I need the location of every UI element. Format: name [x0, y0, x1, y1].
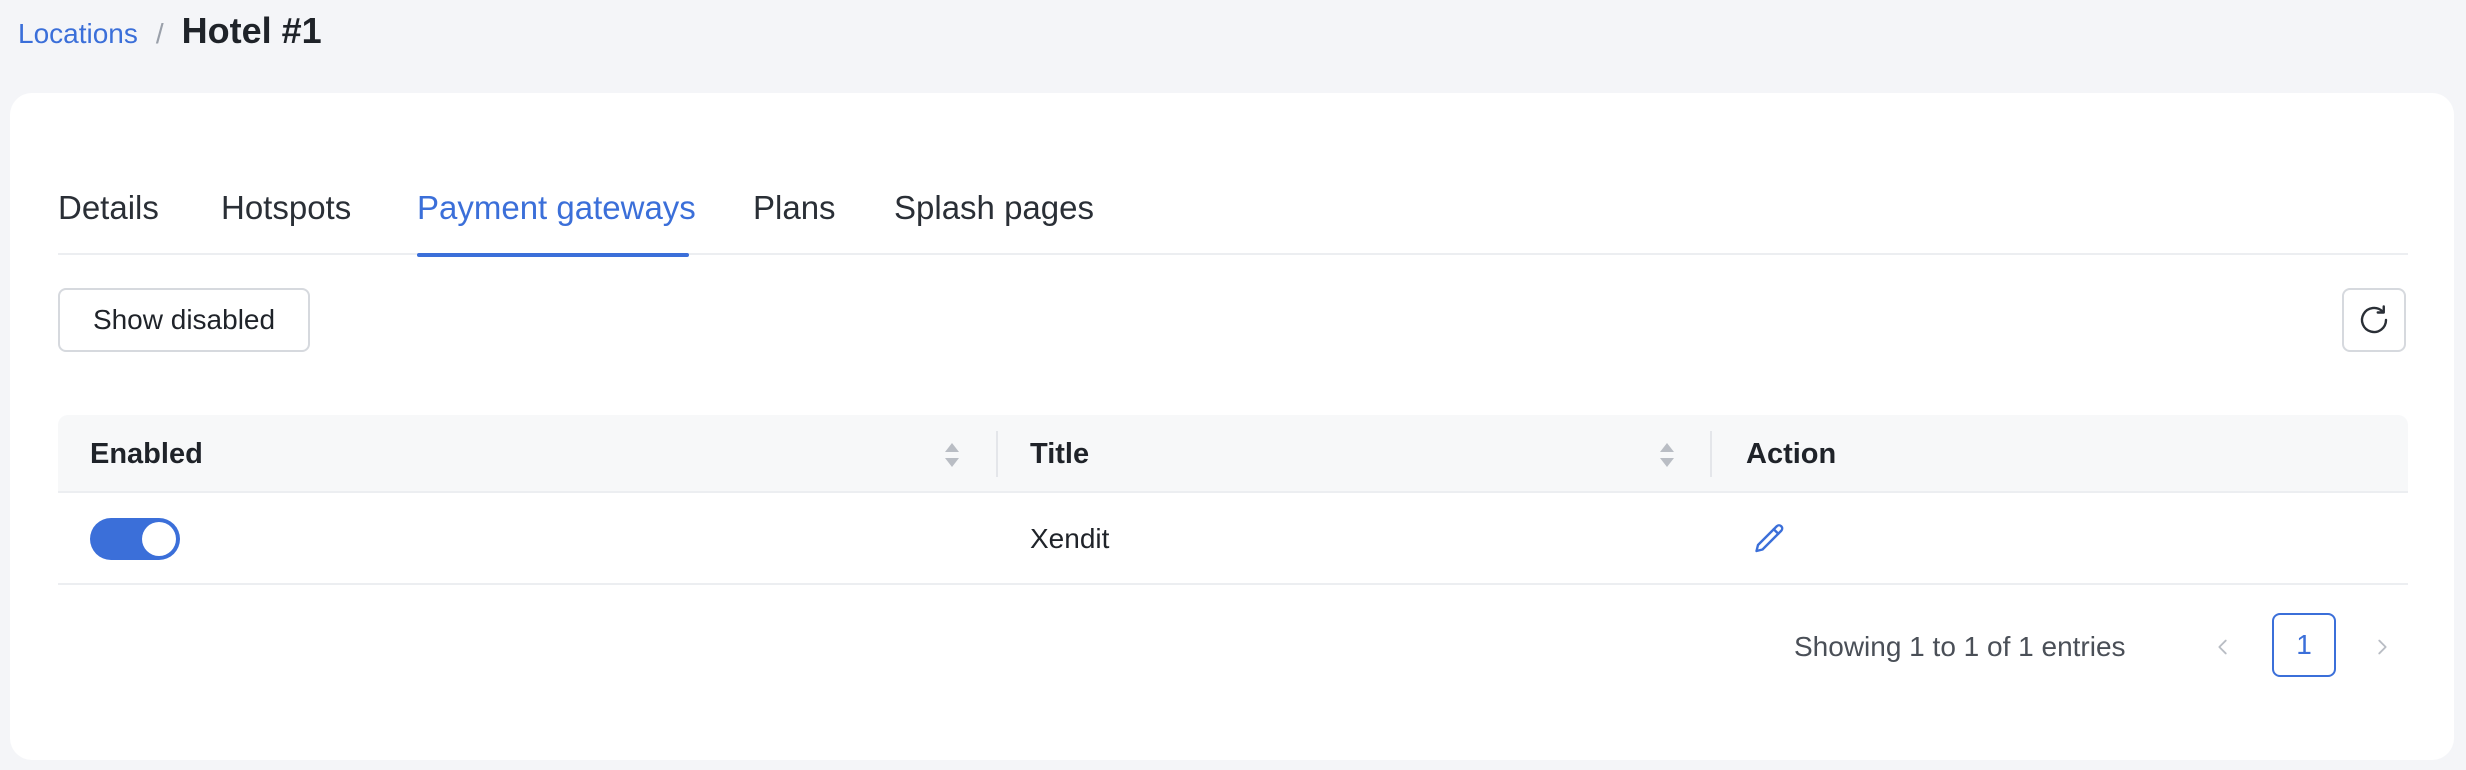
tab-hotspots-label: Hotspots [221, 189, 352, 226]
table-footer: Showing 1 to 1 of 1 entries 1 [58, 613, 2408, 681]
tab-details-label: Details [58, 189, 159, 226]
tab-payment-gateways[interactable]: Payment gateways [417, 93, 696, 257]
table-row: Xendit [58, 493, 2408, 585]
gateway-title: Xendit [1030, 523, 1110, 554]
breadcrumb-separator: / [155, 18, 164, 49]
chevron-right-icon [2378, 639, 2387, 655]
refresh-icon [2360, 305, 2388, 334]
show-disabled-button[interactable]: Show disabled [58, 288, 310, 352]
enabled-toggle[interactable] [90, 518, 180, 560]
tab-payment-gateways-label: Payment gateways [417, 189, 696, 226]
page-button-1[interactable]: 1 [2272, 613, 2336, 677]
tab-splash-pages-label: Splash pages [894, 189, 1094, 226]
column-header-title: Title [1030, 437, 1090, 470]
refresh-button[interactable] [2342, 288, 2406, 352]
previous-page-button[interactable] [2203, 627, 2243, 667]
tabs: Details Hotspots Payment gateways Plans … [58, 93, 2408, 257]
toggle-knob [142, 522, 176, 556]
tab-plans-label: Plans [753, 189, 836, 226]
table-header: Enabled Title Action [58, 415, 2408, 493]
pagination-summary: Showing 1 to 1 of 1 entries [1794, 631, 2126, 662]
column-header-action: Action [1746, 437, 1837, 470]
next-page-button[interactable] [2362, 627, 2402, 667]
breadcrumb: Locations / Hotel #1 [18, 10, 322, 52]
chevron-left-icon [2218, 639, 2227, 655]
sort-icon[interactable] [942, 440, 962, 470]
column-divider [996, 431, 998, 477]
column-divider [1710, 431, 1712, 477]
payment-gateways-table: Enabled Title Action Xendit [58, 415, 2408, 585]
column-header-enabled: Enabled [90, 437, 203, 470]
page-title: Hotel #1 [181, 10, 322, 51]
pencil-icon[interactable] [1752, 521, 1788, 557]
sort-icon[interactable] [1657, 440, 1677, 470]
breadcrumb-link-locations[interactable]: Locations [18, 18, 138, 50]
